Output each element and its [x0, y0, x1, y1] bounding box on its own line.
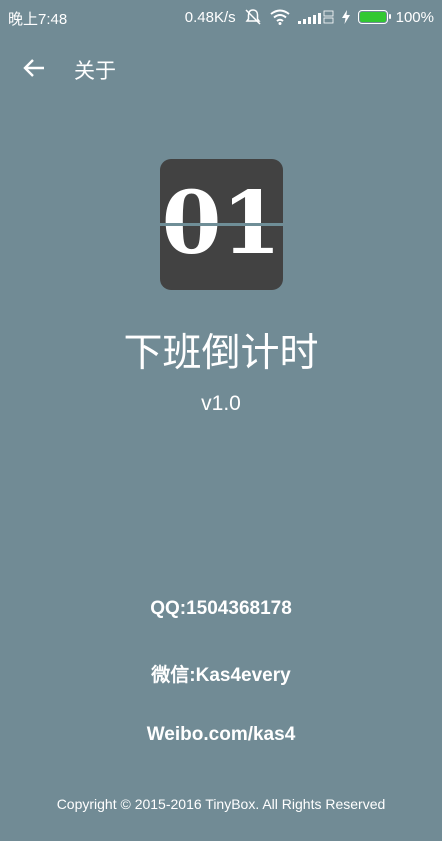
signal-icon	[297, 9, 334, 25]
app-bar: 关于	[0, 40, 442, 100]
app-name: 下班倒计时	[123, 331, 319, 376]
back-button[interactable]	[18, 54, 50, 86]
app-version: v1.0	[201, 392, 241, 415]
wifi-icon	[270, 9, 290, 25]
copyright-text: Copyright © 2015-2016 TinyBox. All Right…	[56, 796, 386, 812]
charging-icon	[341, 10, 350, 24]
logo-divider	[160, 223, 283, 226]
arrow-left-icon	[23, 58, 45, 82]
mute-icon	[244, 8, 262, 26]
page-title: 关于	[74, 59, 116, 83]
qq-contact: QQ:1504368178	[150, 598, 292, 619]
status-bar: 晚上7:48 0.48K/s 100%	[0, 0, 442, 34]
battery-level	[359, 12, 386, 22]
status-time: 晚上7:48	[8, 11, 68, 28]
battery-icon	[357, 10, 391, 24]
weibo-link[interactable]: Weibo.com/kas4	[0, 724, 442, 746]
app-logo: 01	[160, 159, 283, 290]
battery-percent: 100%	[395, 8, 434, 26]
wechat-contact: 微信:Kas4every	[151, 665, 291, 686]
status-icons: 0.48K/s 100%	[185, 7, 434, 27]
net-speed: 0.48K/s	[184, 8, 236, 26]
